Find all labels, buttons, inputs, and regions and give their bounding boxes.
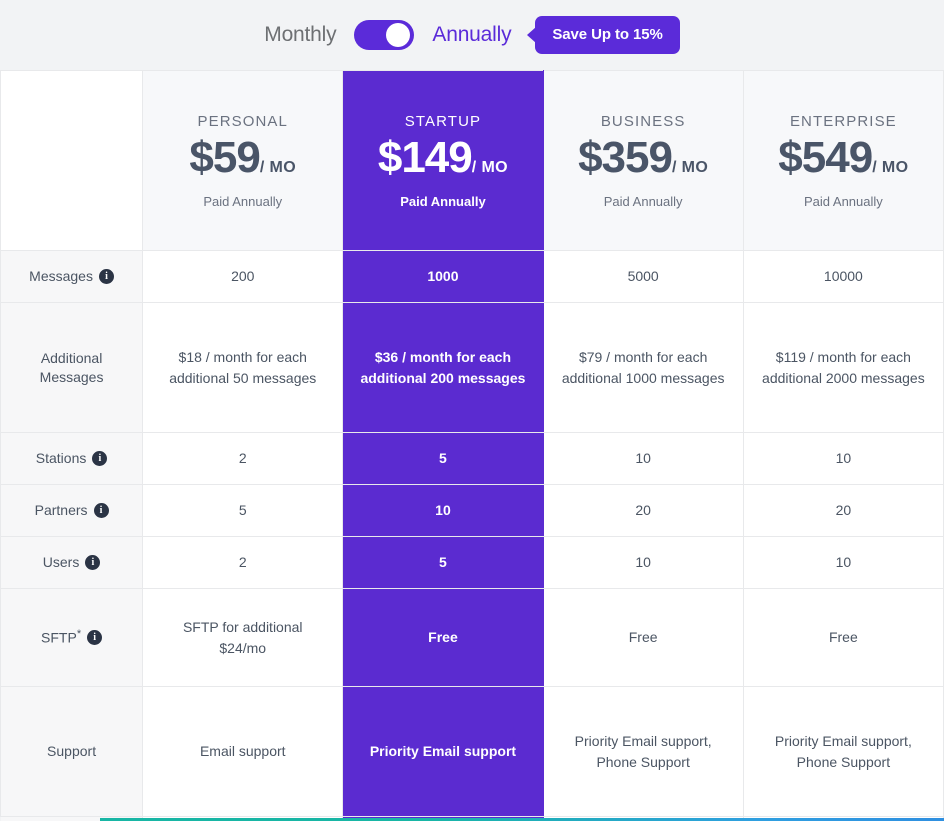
- cell-value: 10: [542, 432, 744, 485]
- plan-header-business: BUSINESS $359/ MO Paid Annually: [542, 70, 744, 251]
- row-label-text: Partners: [34, 502, 88, 519]
- plan-name: ENTERPRISE: [789, 112, 897, 130]
- plan-price-period: / MO: [872, 158, 909, 176]
- plan-price-amount: $549: [778, 132, 873, 182]
- plan-price-period: / MO: [671, 158, 709, 176]
- cell-value: 2: [142, 536, 344, 589]
- plan-price: $59/ MO: [149, 132, 336, 182]
- row-label-text: Support: [47, 743, 97, 760]
- billing-monthly-label[interactable]: Monthly: [264, 23, 336, 47]
- plan-header-startup: STARTUP $149/ MO Paid Annually: [342, 70, 544, 251]
- row-label-sftp: SFTP* i: [0, 588, 144, 687]
- cell-value: Priority Email support: [342, 686, 544, 817]
- save-badge[interactable]: Save Up to 15%: [535, 16, 680, 54]
- cell-value: 20: [542, 484, 744, 537]
- plan-price: $549/ MO: [750, 132, 937, 182]
- plan-name: STARTUP: [404, 112, 482, 130]
- cell-value: Free: [542, 588, 744, 687]
- table-row: Support Email support Priority Email sup…: [0, 686, 944, 817]
- cell-value: 5: [342, 536, 544, 589]
- plan-price-period: / MO: [471, 158, 509, 176]
- row-label-text: Users: [42, 554, 80, 571]
- info-icon[interactable]: i: [98, 268, 114, 284]
- row-label-users: Users i: [0, 536, 144, 589]
- save-badge-wrapper: Save Up to 15%: [535, 16, 680, 54]
- pricing-table: PERSONAL $59/ MO Paid Annually STARTUP $…: [0, 70, 944, 821]
- cell-value: $119 / month for each additional 2000 me…: [742, 302, 944, 433]
- cell-value: 2: [142, 432, 344, 485]
- plan-billing-note: Paid Annually: [203, 193, 283, 209]
- plan-price-amount: $59: [189, 132, 260, 182]
- row-label-sftp-text: SFTP: [41, 629, 77, 646]
- plan-billing-note: Paid Annually: [803, 193, 883, 209]
- cell-value: 20: [742, 484, 944, 537]
- row-label-partners: Partners i: [0, 484, 144, 537]
- billing-annually-label[interactable]: Annually: [432, 23, 511, 47]
- plan-billing-note: Paid Annually: [400, 193, 486, 209]
- cell-value: Free: [342, 588, 544, 687]
- table-row: Partners i 5 10 20 20: [0, 484, 944, 537]
- row-label-text: SFTP*: [41, 627, 81, 648]
- plan-name: PERSONAL: [197, 112, 288, 130]
- cell-value: Priority Email support, Phone Support: [542, 686, 744, 817]
- cell-value: 5: [342, 432, 544, 485]
- row-label-messages: Messages i: [0, 250, 144, 303]
- cell-value: 1000: [342, 250, 544, 303]
- info-icon[interactable]: i: [87, 629, 103, 645]
- info-icon[interactable]: i: [85, 554, 101, 570]
- table-header-row: PERSONAL $59/ MO Paid Annually STARTUP $…: [0, 70, 944, 251]
- footnote-asterisk: *: [76, 628, 82, 641]
- plan-price-period: / MO: [259, 158, 297, 176]
- row-label-additional-messages: Additional Messages: [0, 302, 144, 433]
- pricing-page: Monthly Annually Save Up to 15% PERSONAL…: [0, 0, 944, 821]
- table-row: SFTP* i SFTP for additional $24/mo Free …: [0, 588, 944, 687]
- row-label-text: Stations: [35, 450, 87, 467]
- table-row: Additional Messages $18 / month for each…: [0, 302, 944, 433]
- cell-value: 10: [542, 536, 744, 589]
- cell-value: $79 / month for each additional 1000 mes…: [542, 302, 744, 433]
- cell-value: 10: [742, 536, 944, 589]
- toggle-knob: [386, 23, 411, 47]
- cell-value: Free: [742, 588, 944, 687]
- row-label-text: Additional Messages: [39, 349, 104, 385]
- billing-period-toggle[interactable]: [354, 20, 415, 50]
- cell-value: Email support: [142, 686, 344, 817]
- cell-value: 10000: [742, 250, 944, 303]
- plan-price-amount: $359: [578, 132, 673, 182]
- plan-price: $359/ MO: [550, 132, 737, 182]
- cell-value: 5: [142, 484, 344, 537]
- plan-header-personal: PERSONAL $59/ MO Paid Annually: [142, 70, 344, 251]
- row-label-stations: Stations i: [0, 432, 144, 485]
- billing-toggle-bar: Monthly Annually Save Up to 15%: [0, 0, 944, 70]
- row-label-support: Support: [0, 686, 144, 817]
- cell-value: 5000: [542, 250, 744, 303]
- table-row: Stations i 2 5 10 10: [0, 432, 944, 485]
- table-row: Messages i 200 1000 5000 10000: [0, 250, 944, 303]
- cell-value: 10: [342, 484, 544, 537]
- cell-value: 200: [142, 250, 344, 303]
- cell-value: $36 / month for each additional 200 mess…: [342, 302, 544, 433]
- plan-price-amount: $149: [377, 132, 473, 182]
- plan-name: BUSINESS: [600, 112, 686, 130]
- info-icon[interactable]: i: [93, 502, 109, 518]
- cell-value: SFTP for additional $24/mo: [142, 588, 344, 687]
- row-label-text: Messages: [29, 268, 93, 285]
- plan-billing-note: Paid Annually: [603, 193, 683, 209]
- cell-value: Priority Email support, Phone Support: [742, 686, 944, 817]
- cell-value: 10: [742, 432, 944, 485]
- plan-header-enterprise: ENTERPRISE $549/ MO Paid Annually: [742, 70, 944, 251]
- cell-value: $18 / month for each additional 50 messa…: [142, 302, 344, 433]
- info-icon[interactable]: i: [92, 450, 108, 466]
- header-blank-cell: [0, 70, 144, 251]
- plan-price: $149/ MO: [349, 132, 536, 182]
- table-row: Users i 2 5 10 10: [0, 536, 944, 589]
